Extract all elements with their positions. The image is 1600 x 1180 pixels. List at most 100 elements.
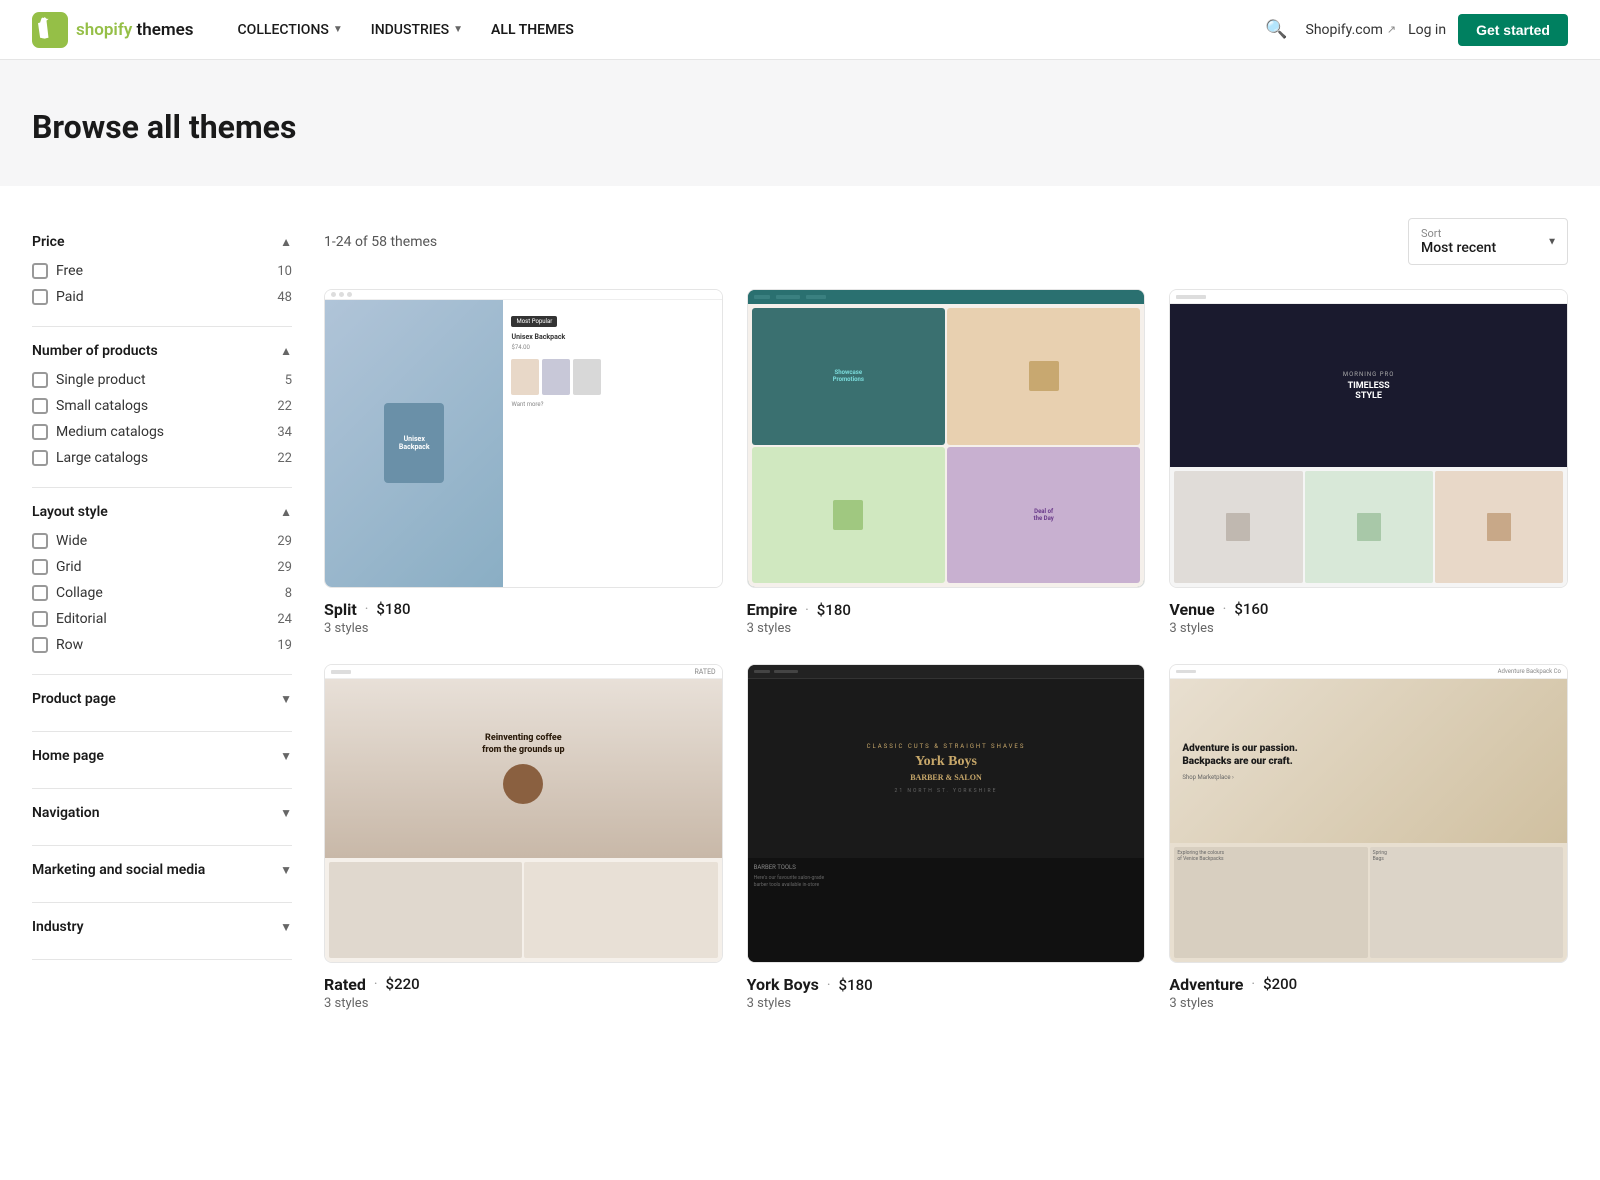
filter-price-title: Price [32,234,65,250]
filter-collage-count: 8 [285,586,292,601]
filter-item-medium: Medium catalogs 34 [32,419,292,445]
theme-info-split: Split · $180 3 styles [324,588,723,640]
theme-styles-adventure: 3 styles [1169,996,1568,1011]
industries-chevron-icon: ▼ [453,24,463,35]
filter-navigation-header[interactable]: Navigation ▼ [32,805,292,829]
filter-marketing-social-title: Marketing and social media [32,862,205,878]
filter-num-products-chevron-icon: ▲ [280,344,292,358]
filter-product-page: Product page ▼ [32,675,292,732]
theme-name-empire: Empire [747,600,797,619]
theme-info-adventure: Adventure · $200 3 styles [1169,963,1568,1015]
nav-collections[interactable]: COLLECTIONS ▼ [226,16,355,44]
filter-home-page-header[interactable]: Home page ▼ [32,748,292,772]
theme-name-york: York Boys [747,975,819,994]
shopify-logo-icon [32,12,68,48]
theme-price-rated: $220 [386,975,420,993]
filter-free-checkbox[interactable] [32,263,48,279]
filter-wide-checkbox[interactable] [32,533,48,549]
filter-large-checkbox[interactable] [32,450,48,466]
theme-name-venue: Venue [1169,600,1214,619]
filter-product-page-title: Product page [32,691,116,707]
filter-medium-checkbox[interactable] [32,424,48,440]
filter-item-single: Single product 5 [32,367,292,393]
filter-free-label: Free [56,263,83,279]
filter-row-label: Row [56,637,83,653]
theme-styles-york: 3 styles [747,996,1146,1011]
filter-item-paid: Paid 48 [32,284,292,310]
filter-product-page-chevron-icon: ▼ [280,692,292,706]
filter-editorial-checkbox[interactable] [32,611,48,627]
theme-styles-empire: 3 styles [747,621,1146,636]
content-header: 1-24 of 58 themes Sort Most recent ▼ [324,218,1568,265]
nav-all-themes[interactable]: ALL THEMES [479,16,586,44]
filter-item-large: Large catalogs 22 [32,445,292,471]
filter-small-count: 22 [277,399,292,414]
logo[interactable]: shopify themes [32,12,194,48]
filter-free-count: 10 [277,264,292,279]
theme-preview-venue: Morning Pro TIMELESSSTYLE [1169,289,1568,588]
theme-card-split[interactable]: UnisexBackpack Most Popular Unisex Backp… [324,289,723,640]
filter-collage-label: Collage [56,585,103,601]
theme-card-rated[interactable]: RATED Reinventing coffeefrom the grounds… [324,664,723,1015]
filter-medium-count: 34 [277,425,292,440]
theme-price-york: $180 [839,976,873,994]
filter-price-chevron-icon: ▲ [280,235,292,249]
filter-single-count: 5 [285,373,292,388]
theme-info-rated: Rated · $220 3 styles [324,963,723,1015]
theme-card-york[interactable]: Classic Cuts & Straight Shaves York Boys… [747,664,1146,1015]
filter-price-header[interactable]: Price ▲ [32,234,292,258]
content-area: 1-24 of 58 themes Sort Most recent ▼ [324,218,1568,1015]
filter-product-page-header[interactable]: Product page ▼ [32,691,292,715]
filter-layout-header[interactable]: Layout style ▲ [32,504,292,528]
filter-grid-label: Grid [56,559,82,575]
filter-small-checkbox[interactable] [32,398,48,414]
filter-item-collage: Collage 8 [32,580,292,606]
external-link-icon: ↗ [1387,23,1396,36]
filter-collage-checkbox[interactable] [32,585,48,601]
sort-dropdown[interactable]: Sort Most recent ▼ [1408,218,1568,265]
main-layout: Price ▲ Free 10 Paid 48 Number o [0,186,1600,1047]
header: shopify themes COLLECTIONS ▼ INDUSTRIES … [0,0,1600,60]
login-link[interactable]: Log in [1408,22,1446,38]
filter-navigation-title: Navigation [32,805,100,821]
filter-row-checkbox[interactable] [32,637,48,653]
theme-styles-rated: 3 styles [324,996,723,1011]
theme-price-split: $180 [376,600,410,618]
theme-preview-split: UnisexBackpack Most Popular Unisex Backp… [324,289,723,588]
theme-card-venue[interactable]: Morning Pro TIMELESSSTYLE [1169,289,1568,640]
sidebar: Price ▲ Free 10 Paid 48 Number o [32,218,292,1015]
theme-price-empire: $180 [817,601,851,619]
filter-marketing-social-header[interactable]: Marketing and social media ▼ [32,862,292,886]
logo-text: shopify themes [76,20,194,40]
theme-preview-empire: ShowcasePromotions Deal ofthe Day [747,289,1146,588]
get-started-button[interactable]: Get started [1458,14,1568,46]
theme-card-adventure[interactable]: Adventure Backpack Co Adventure is our p… [1169,664,1568,1015]
filter-layout-chevron-icon: ▲ [280,505,292,519]
filter-paid-checkbox[interactable] [32,289,48,305]
theme-info-empire: Empire · $180 3 styles [747,588,1146,640]
filter-industry-header[interactable]: Industry ▼ [32,919,292,943]
filter-num-products-header[interactable]: Number of products ▲ [32,343,292,367]
theme-preview-york: Classic Cuts & Straight Shaves York Boys… [747,664,1146,963]
theme-styles-venue: 3 styles [1169,621,1568,636]
filter-num-products-title: Number of products [32,343,158,359]
search-button[interactable]: 🔍 [1259,13,1293,46]
nav-industries[interactable]: INDUSTRIES ▼ [359,16,475,44]
theme-info-venue: Venue · $160 3 styles [1169,588,1568,640]
hero-section: Browse all themes [0,60,1600,186]
theme-preview-adventure: Adventure Backpack Co Adventure is our p… [1169,664,1568,963]
collections-chevron-icon: ▼ [333,24,343,35]
theme-styles-split: 3 styles [324,621,723,636]
filter-single-label: Single product [56,372,146,388]
filter-wide-label: Wide [56,533,87,549]
filter-large-count: 22 [277,451,292,466]
filter-industry: Industry ▼ [32,903,292,960]
filter-navigation: Navigation ▼ [32,789,292,846]
filter-item-grid: Grid 29 [32,554,292,580]
filter-paid-count: 48 [277,290,292,305]
sort-value: Most recent [1421,240,1531,256]
filter-grid-checkbox[interactable] [32,559,48,575]
filter-single-checkbox[interactable] [32,372,48,388]
theme-card-empire[interactable]: ShowcasePromotions Deal ofthe Day [747,289,1146,640]
shopify-link[interactable]: Shopify.com ↗ [1306,22,1397,38]
